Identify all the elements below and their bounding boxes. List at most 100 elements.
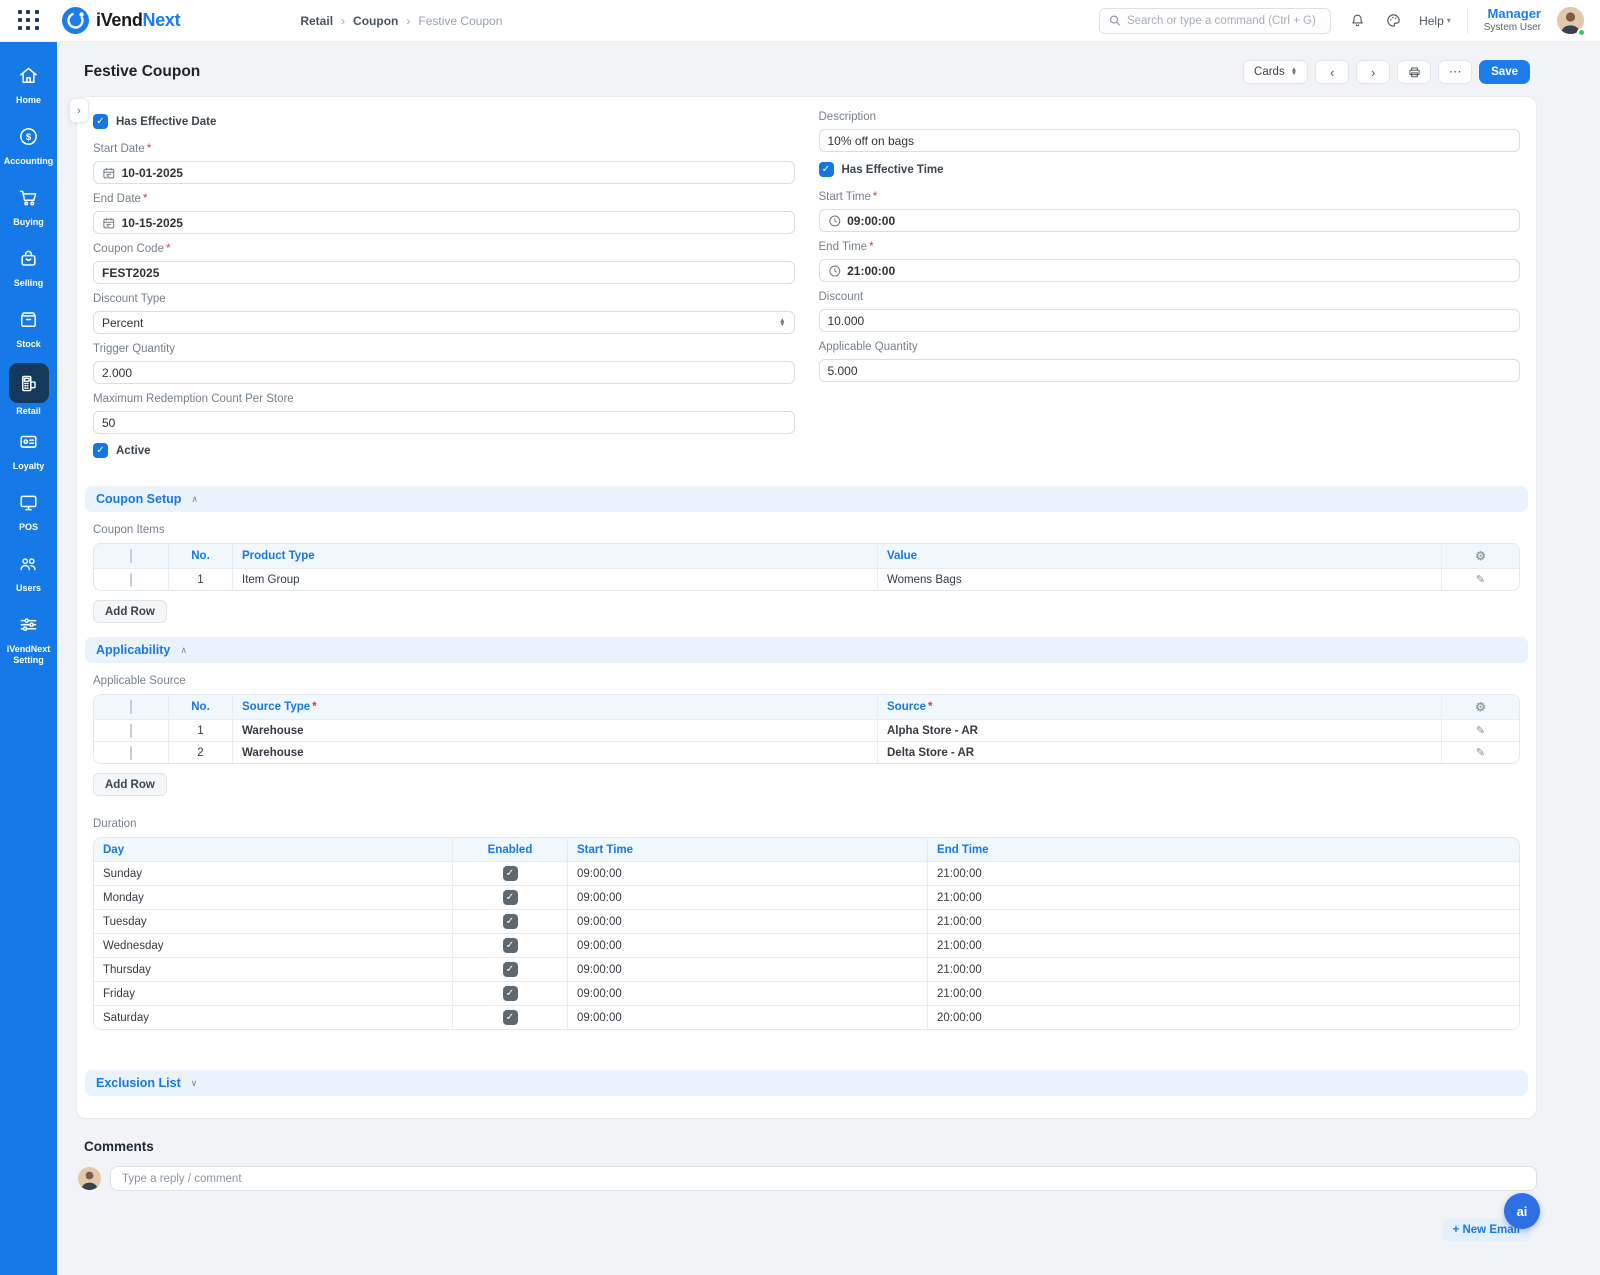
brand-name: iVendNext <box>96 10 180 31</box>
row-checkbox[interactable] <box>130 724 132 738</box>
sidebar-item-buying[interactable]: Buying <box>0 180 57 241</box>
page-toolbar: Cards ▲▼ ‹ › ⋯ Save <box>1243 60 1530 84</box>
row-checkbox[interactable] <box>130 746 132 760</box>
brand-logo[interactable]: iVendNext <box>62 7 180 34</box>
trigger-quantity-input[interactable] <box>102 366 786 380</box>
search-input[interactable] <box>1127 15 1321 27</box>
section-exclusion-list[interactable]: Exclusion List ∨ <box>85 1070 1528 1096</box>
user-role: Manager <box>1484 7 1541 22</box>
discount-input[interactable] <box>828 314 1512 328</box>
sidebar-item-retail[interactable]: Retail <box>0 363 57 424</box>
enabled-checkbox[interactable]: ✓ <box>503 890 518 905</box>
sidebar-item-stock[interactable]: Stock <box>0 302 57 363</box>
next-record-button[interactable]: › <box>1356 60 1390 84</box>
edit-row-icon[interactable]: ✎ <box>1476 725 1485 737</box>
settings-sliders-icon <box>9 607 49 641</box>
sidebar-item-pos[interactable]: POS <box>0 485 57 546</box>
panel-collapse-toggle[interactable]: › <box>69 98 89 123</box>
discount-type-select[interactable]: Percent ▲▼ <box>93 311 795 334</box>
comments-title: Comments <box>84 1139 1600 1154</box>
loyalty-card-icon <box>9 424 49 458</box>
comment-input[interactable] <box>110 1166 1537 1191</box>
header-divider <box>1467 8 1468 34</box>
start-date-field: Start Date* <box>93 143 795 184</box>
description-input[interactable] <box>828 134 1512 148</box>
duration-row-sunday: Sunday ✓ 09:00:00 21:00:00 <box>94 861 1519 885</box>
checkbox-checked-icon: ✓ <box>93 443 108 458</box>
max-redemption-input[interactable] <box>102 416 786 430</box>
duration-table: Day Enabled Start Time End Time Sunday ✓… <box>93 837 1520 1030</box>
section-applicability[interactable]: Applicability ∧ <box>85 637 1528 663</box>
sidebar-item-accounting[interactable]: $ Accounting <box>0 119 57 180</box>
accounting-icon: $ <box>9 119 49 153</box>
breadcrumb-current: Festive Coupon <box>418 14 502 28</box>
table-row[interactable]: 1 Item Group Womens Bags ✎ <box>94 568 1519 590</box>
clock-icon <box>828 214 842 228</box>
end-time-input[interactable] <box>847 264 1511 278</box>
bag-icon <box>9 241 49 275</box>
applicable-quantity-field: Applicable Quantity <box>819 341 1521 382</box>
edit-row-icon[interactable]: ✎ <box>1476 747 1485 759</box>
coupon-code-field: Coupon Code* <box>93 243 795 284</box>
edit-row-icon[interactable]: ✎ <box>1476 574 1485 586</box>
start-date-input[interactable] <box>122 166 786 180</box>
notifications-bell-icon[interactable] <box>1347 11 1367 31</box>
enabled-checkbox[interactable]: ✓ <box>503 1010 518 1025</box>
section-coupon-setup[interactable]: Coupon Setup ∧ <box>85 486 1528 512</box>
chevron-down-icon: ▾ <box>1447 16 1451 25</box>
sidebar-item-selling[interactable]: Selling <box>0 241 57 302</box>
calendar-icon <box>102 216 116 230</box>
table-settings-gear-icon[interactable]: ⚙ <box>1475 700 1486 714</box>
coupon-code-input[interactable] <box>102 266 786 280</box>
form-left-column: ✓ Has Effective Date Start Date* End Dat… <box>93 111 795 472</box>
app-launcher-icon[interactable] <box>18 10 40 32</box>
user-avatar[interactable] <box>1557 7 1584 34</box>
home-icon <box>9 58 49 92</box>
end-date-input[interactable] <box>122 216 786 230</box>
enabled-checkbox[interactable]: ✓ <box>503 986 518 1001</box>
row-checkbox[interactable] <box>130 573 132 587</box>
enabled-checkbox[interactable]: ✓ <box>503 914 518 929</box>
select-all-checkbox[interactable] <box>130 549 132 563</box>
select-all-checkbox[interactable] <box>130 700 132 714</box>
add-row-button-coupon-items[interactable]: Add Row <box>93 600 167 623</box>
start-time-input[interactable] <box>847 214 1511 228</box>
user-name: System User <box>1484 22 1541 34</box>
stepper-icon: ▲▼ <box>1291 68 1297 75</box>
previous-record-button[interactable]: ‹ <box>1315 60 1349 84</box>
global-search[interactable] <box>1099 8 1331 34</box>
main-content: Festive Coupon Cards ▲▼ ‹ › ⋯ Save › ✓ H… <box>57 42 1600 1275</box>
sidebar-item-loyalty[interactable]: Loyalty <box>0 424 57 485</box>
more-actions-button[interactable]: ⋯ <box>1438 60 1472 84</box>
active-checkbox[interactable]: ✓ Active <box>93 443 795 458</box>
theme-palette-icon[interactable] <box>1383 11 1403 31</box>
table-settings-gear-icon[interactable]: ⚙ <box>1475 549 1486 563</box>
user-menu[interactable]: Manager System User <box>1484 7 1541 33</box>
table-row[interactable]: 1 Warehouse Alpha Store - AR ✎ <box>94 719 1519 741</box>
has-effective-time-checkbox[interactable]: ✓ Has Effective Time <box>819 162 1521 177</box>
applicable-source-table: No. Source Type* Source* ⚙ 1 Warehouse A… <box>93 694 1520 764</box>
ai-assistant-button[interactable]: ai <box>1504 1193 1540 1229</box>
has-effective-date-checkbox[interactable]: ✓ Has Effective Date <box>93 114 795 129</box>
sidebar-item-ivendnext-setting[interactable]: iVendNext Setting <box>0 607 57 668</box>
applicable-quantity-input[interactable] <box>828 364 1512 378</box>
sidebar-item-home[interactable]: Home <box>0 58 57 119</box>
table-row[interactable]: 2 Warehouse Delta Store - AR ✎ <box>94 741 1519 763</box>
collapse-icon: ∧ <box>191 494 198 505</box>
enabled-checkbox[interactable]: ✓ <box>503 962 518 977</box>
sidebar-item-users[interactable]: Users <box>0 546 57 607</box>
max-redemption-field: Maximum Redemption Count Per Store <box>93 393 795 434</box>
applicable-source-label: Applicable Source <box>93 675 1520 687</box>
enabled-checkbox[interactable]: ✓ <box>503 866 518 881</box>
search-icon <box>1109 14 1121 27</box>
breadcrumb-retail[interactable]: Retail <box>300 14 333 28</box>
view-switcher-cards[interactable]: Cards ▲▼ <box>1243 60 1308 84</box>
add-row-button-applicable-source[interactable]: Add Row <box>93 773 167 796</box>
print-button[interactable] <box>1397 60 1431 84</box>
duration-row-tuesday: Tuesday ✓ 09:00:00 21:00:00 <box>94 909 1519 933</box>
duration-row-friday: Friday ✓ 09:00:00 21:00:00 <box>94 981 1519 1005</box>
help-menu[interactable]: Help ▾ <box>1419 14 1451 28</box>
enabled-checkbox[interactable]: ✓ <box>503 938 518 953</box>
breadcrumb-coupon[interactable]: Coupon <box>353 14 398 28</box>
save-button[interactable]: Save <box>1479 60 1530 84</box>
